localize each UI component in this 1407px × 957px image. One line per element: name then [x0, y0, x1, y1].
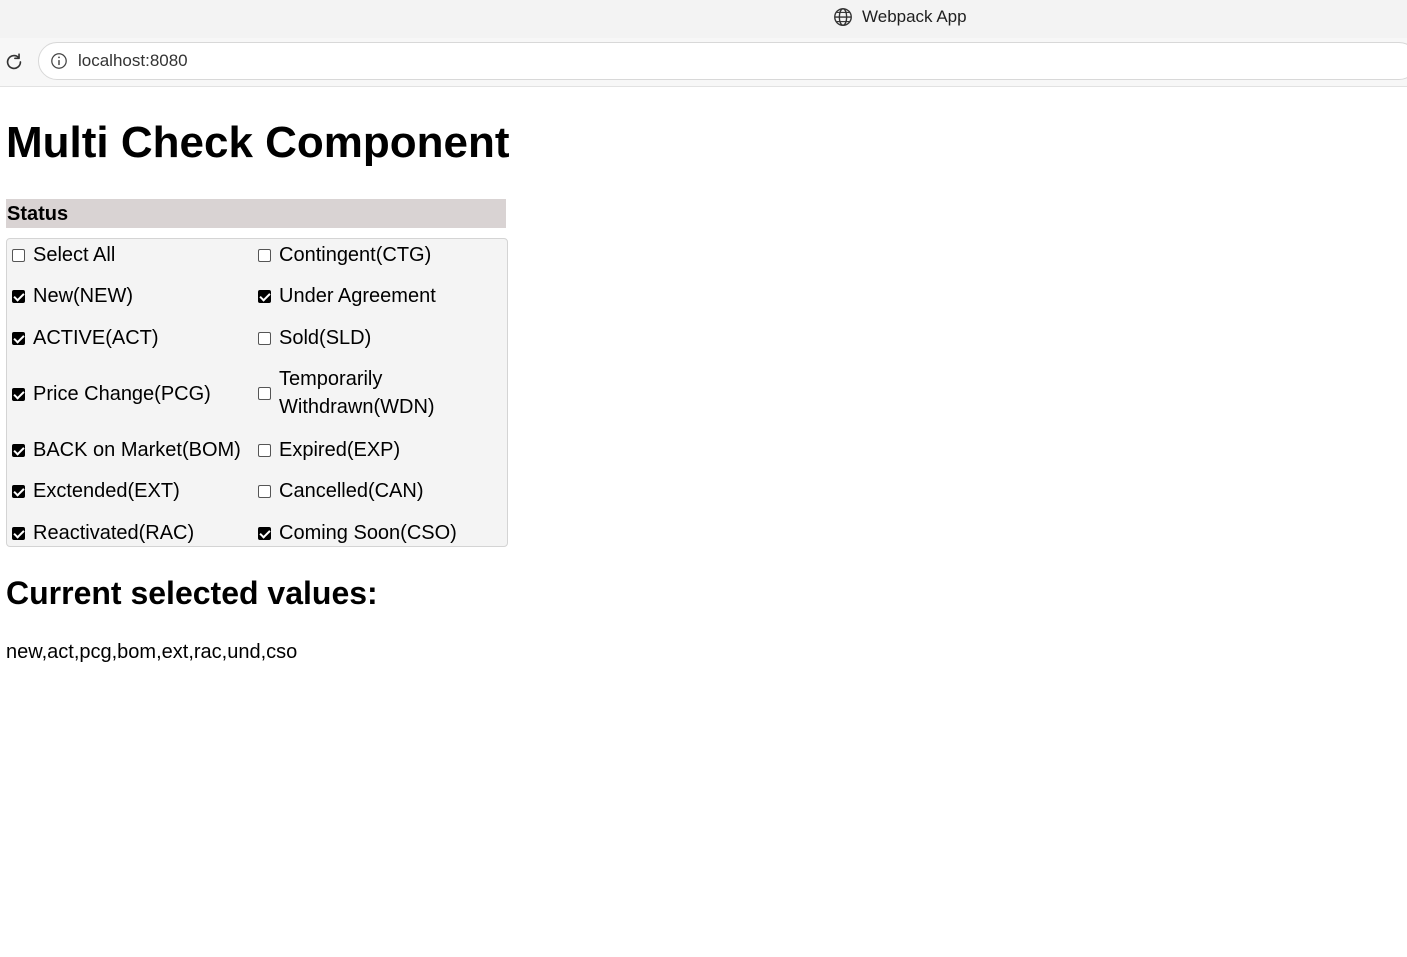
checkbox-box[interactable] — [258, 443, 271, 457]
checkbox-label: BACK on Market(BOM) — [33, 439, 241, 461]
checkbox-label: Cancelled(CAN) — [279, 480, 424, 502]
checkbox-cancelled[interactable]: Cancelled(CAN) — [258, 477, 424, 505]
checkbox-coming-soon[interactable]: Coming Soon(CSO) — [258, 519, 457, 547]
checkbox-box[interactable] — [12, 484, 25, 498]
checkbox-temporarily-withdrawn[interactable]: Temporarily Withdrawn(WDN) — [258, 365, 435, 421]
checkbox-label: Select All — [33, 244, 116, 266]
page-title: Multi Check Component — [6, 118, 510, 167]
checkbox-reactivated[interactable]: Reactivated(RAC) — [12, 519, 194, 547]
checkbox-label-line-1: Temporarily — [279, 368, 383, 390]
checkbox-extended[interactable]: Exctended(EXT) — [12, 477, 180, 505]
checkbox-sold[interactable]: Sold(SLD) — [258, 324, 371, 352]
status-header: Status — [6, 199, 506, 228]
checkbox-box[interactable] — [258, 331, 271, 345]
checkbox-label: Temporarily Withdrawn(WDN) — [279, 365, 435, 421]
checkbox-label: Reactivated(RAC) — [33, 522, 195, 544]
checkbox-box[interactable] — [12, 248, 25, 262]
url-text: localhost:8080 — [78, 51, 188, 70]
selected-values-heading: Current selected values: — [6, 575, 378, 611]
checkbox-box[interactable] — [258, 386, 271, 400]
checkbox-label: Price Change(PCG) — [33, 383, 211, 405]
checkbox-box[interactable] — [12, 387, 25, 401]
checkbox-new[interactable]: New(NEW) — [12, 282, 133, 310]
checkbox-box[interactable] — [12, 526, 25, 540]
browser-titlebar: Webpack App — [0, 0, 1407, 38]
status-checkbox-panel: Select All New(NEW) ACTIVE(ACT) Price Ch… — [6, 238, 508, 547]
browser-tab[interactable]: Webpack App — [832, 6, 967, 28]
info-icon[interactable] — [50, 52, 68, 70]
selected-values-text: new,act,pcg,bom,ext,rac,und,cso — [6, 641, 298, 663]
checkbox-label: Contingent(CTG) — [279, 244, 432, 266]
browser-toolbar: localhost:8080 — [0, 38, 1407, 87]
checkbox-label: Under Agreement — [279, 285, 436, 307]
checkbox-box[interactable] — [258, 289, 271, 303]
checkbox-under-agreement[interactable]: Under Agreement — [258, 282, 436, 310]
checkbox-box[interactable] — [12, 443, 25, 457]
checkbox-back-on-market[interactable]: BACK on Market(BOM) — [12, 436, 241, 464]
checkbox-label: New(NEW) — [33, 285, 133, 307]
checkbox-label: Sold(SLD) — [279, 327, 372, 349]
checkbox-box[interactable] — [12, 331, 25, 345]
checkbox-label: Coming Soon(CSO) — [279, 522, 457, 544]
checkbox-select-all[interactable]: Select All — [12, 241, 115, 269]
checkbox-box[interactable] — [12, 289, 25, 303]
tab-title: Webpack App — [862, 7, 967, 26]
globe-icon — [834, 8, 852, 26]
checkbox-box[interactable] — [258, 484, 271, 498]
checkbox-expired[interactable]: Expired(EXP) — [258, 436, 400, 464]
reload-icon[interactable] — [3, 51, 25, 73]
checkbox-label-line-2: Withdrawn(WDN) — [279, 396, 435, 418]
checkbox-box[interactable] — [258, 248, 271, 262]
checkbox-price-change[interactable]: Price Change(PCG) — [12, 380, 211, 408]
checkbox-label: ACTIVE(ACT) — [33, 327, 159, 349]
address-bar[interactable]: localhost:8080 — [38, 42, 1407, 80]
checkbox-label: Expired(EXP) — [279, 439, 401, 461]
checkbox-contingent[interactable]: Contingent(CTG) — [258, 241, 431, 269]
checkbox-active[interactable]: ACTIVE(ACT) — [12, 324, 159, 352]
checkbox-label: Exctended(EXT) — [33, 480, 180, 502]
checkbox-box[interactable] — [258, 526, 271, 540]
